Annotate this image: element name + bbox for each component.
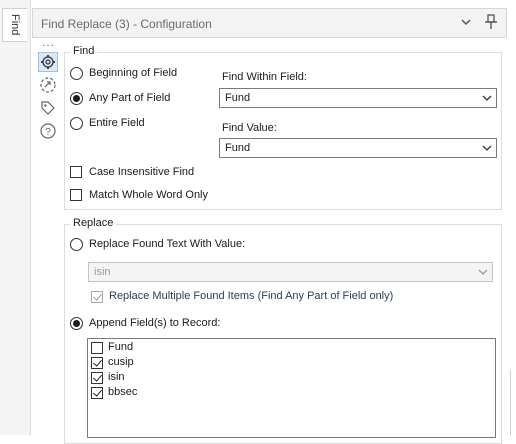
append-fields-list[interactable]: Fund cusip isin bbsec bbox=[87, 338, 496, 438]
radio-entire-field[interactable] bbox=[70, 117, 83, 130]
find-within-field-value: Fund bbox=[225, 92, 251, 104]
field-label-fund: Fund bbox=[108, 341, 134, 353]
chevron-down-icon bbox=[482, 95, 492, 101]
field-checkbox-cusip[interactable] bbox=[91, 357, 103, 369]
config-title: Find Replace (3) - Configuration bbox=[41, 17, 212, 31]
field-checkbox-fund[interactable] bbox=[91, 342, 103, 354]
replace-value: isin bbox=[94, 266, 111, 278]
find-side-tab-label: Find bbox=[9, 14, 21, 36]
tag-icon[interactable] bbox=[38, 98, 58, 118]
match-whole-word-label: Match Whole Word Only bbox=[89, 189, 209, 201]
panel-scrollbar[interactable] bbox=[510, 370, 516, 435]
find-side-tab[interactable]: Find bbox=[2, 8, 27, 42]
append-fields-label: Append Field(s) to Record: bbox=[89, 317, 221, 329]
field-label-bbsec: bbsec bbox=[108, 386, 138, 398]
radio-entire-field-label: Entire Field bbox=[89, 117, 145, 129]
pin-icon[interactable] bbox=[483, 13, 499, 31]
chevron-down-icon bbox=[482, 145, 492, 151]
radio-append-fields[interactable] bbox=[70, 317, 83, 330]
find-within-field-label: Find Within Field: bbox=[222, 71, 307, 83]
chevron-down-icon[interactable] bbox=[459, 15, 473, 29]
left-rail bbox=[0, 0, 31, 435]
find-value-select[interactable]: Fund bbox=[219, 138, 497, 158]
find-value-label: Find Value: bbox=[222, 122, 277, 134]
gear-icon[interactable] bbox=[38, 52, 58, 72]
replace-value-select[interactable]: isin bbox=[88, 262, 493, 282]
case-insensitive-label: Case Insensitive Find bbox=[89, 166, 195, 178]
chevron-down-icon bbox=[478, 269, 488, 275]
field-label-cusip: cusip bbox=[108, 356, 134, 368]
replace-group-label: Replace bbox=[70, 217, 117, 229]
radio-beginning-of-field[interactable] bbox=[70, 67, 83, 80]
help-icon[interactable]: ? bbox=[38, 121, 58, 141]
connection-icon[interactable] bbox=[38, 75, 58, 95]
field-checkbox-isin[interactable] bbox=[91, 372, 103, 384]
radio-any-part-of-field[interactable] bbox=[70, 92, 83, 105]
field-label-isin: isin bbox=[108, 371, 125, 383]
radio-replace-found-text[interactable] bbox=[70, 238, 83, 251]
radio-beginning-of-field-label: Beginning of Field bbox=[89, 67, 178, 79]
replace-found-text-label: Replace Found Text With Value: bbox=[89, 238, 246, 250]
svg-text:?: ? bbox=[45, 127, 51, 138]
case-insensitive-checkbox[interactable] bbox=[70, 166, 82, 178]
replace-multiple-label: Replace Multiple Found Items (Find Any P… bbox=[109, 290, 394, 302]
more-dots-icon[interactable]: ··· bbox=[42, 40, 55, 51]
find-within-field-select[interactable]: Fund bbox=[219, 88, 497, 108]
config-header: Find Replace (3) - Configuration bbox=[32, 8, 507, 38]
radio-any-part-of-field-label: Any Part of Field bbox=[89, 92, 171, 104]
config-icon-toolbar: ··· ? bbox=[34, 40, 62, 440]
match-whole-word-checkbox[interactable] bbox=[70, 189, 82, 201]
find-value-value: Fund bbox=[225, 142, 251, 154]
find-group-label: Find bbox=[70, 45, 98, 57]
field-checkbox-bbsec[interactable] bbox=[91, 387, 103, 399]
replace-multiple-checkbox[interactable] bbox=[91, 291, 103, 303]
